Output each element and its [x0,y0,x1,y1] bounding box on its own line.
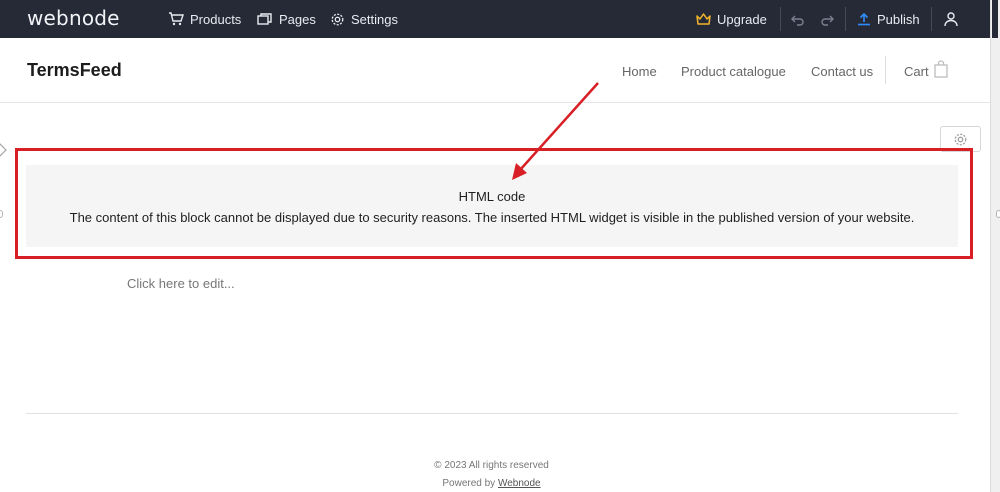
block-settings-button[interactable] [940,126,981,152]
gear-icon [331,13,344,25]
add-section-handle[interactable] [0,138,12,162]
nav-cart[interactable]: Cart [904,64,929,79]
site-brand[interactable]: TermsFeed [27,60,122,81]
upgrade-button[interactable]: Upgrade [696,0,767,38]
settings-menu-label: Settings [351,11,398,27]
html-code-block[interactable]: HTML code The content of this block cann… [26,165,958,247]
powered-by-label: Powered by [442,478,496,489]
footer-divider [26,413,958,414]
pages-menu-label: Pages [279,11,316,27]
page-scrollbar[interactable] [990,0,1000,492]
nav-product-catalogue[interactable]: Product catalogue [681,64,786,79]
pages-menu-button[interactable]: Pages [257,0,316,38]
publish-label: Publish [877,11,920,27]
footer-powered-by: Powered by Webnode [0,478,983,489]
right-edge-handle[interactable] [996,210,1000,218]
editable-text-placeholder[interactable]: Click here to edit... [127,276,235,291]
nav-divider [885,56,886,84]
upload-icon [858,12,870,26]
nav-home[interactable]: Home [622,64,657,79]
products-menu-label: Products [190,11,242,27]
left-edge-handle[interactable] [0,210,3,218]
settings-menu-button[interactable]: Settings [330,0,398,38]
scrollbar-thumb[interactable] [992,0,998,38]
shopping-bag-icon[interactable] [934,60,948,78]
pages-icon [257,13,272,25]
products-menu-button[interactable]: Products [168,0,241,38]
upgrade-label: Upgrade [717,11,767,27]
cart-icon [169,12,184,26]
gear-icon [954,133,967,145]
html-block-description: The content of this block cannot be disp… [69,210,915,225]
user-icon[interactable] [943,11,959,27]
editor-toolbar: webnode Products Pages Settings Upgrade … [0,0,990,38]
webnode-logo[interactable]: webnode [27,6,120,30]
webnode-link[interactable]: Webnode [498,478,541,489]
undo-icon[interactable] [790,12,806,28]
footer-copyright: © 2023 All rights reserved [434,460,549,471]
redo-icon[interactable] [819,12,835,28]
toolbar-divider [931,7,932,31]
publish-button[interactable]: Publish [857,0,920,38]
nav-contact-us[interactable]: Contact us [811,64,873,79]
toolbar-divider [780,7,781,31]
site-header: TermsFeed Home Product catalogue Contact… [0,38,990,103]
toolbar-divider [845,7,846,31]
html-block-title: HTML code [458,189,526,204]
crown-icon [696,13,711,25]
